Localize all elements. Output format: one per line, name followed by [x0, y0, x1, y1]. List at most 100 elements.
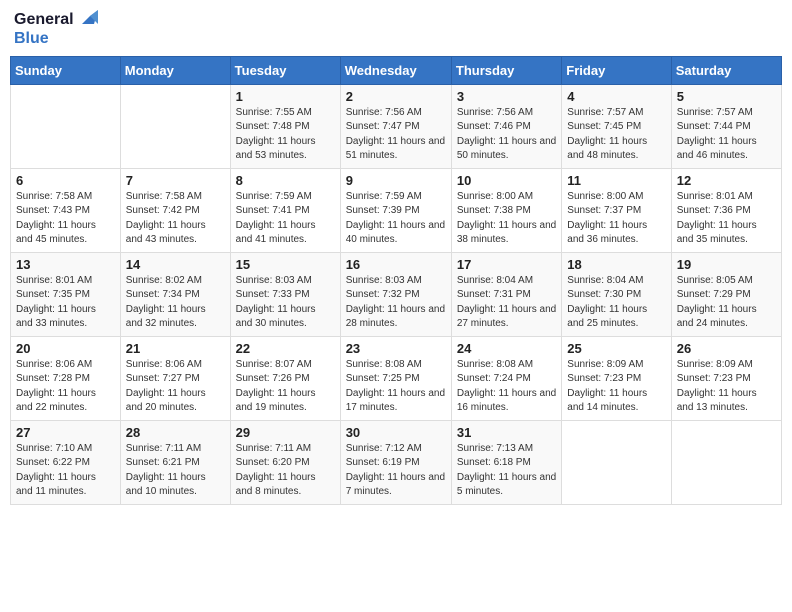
day-number: 24 — [457, 341, 556, 356]
day-number: 4 — [567, 89, 665, 104]
calendar-cell: 10Sunrise: 8:00 AMSunset: 7:38 PMDayligh… — [451, 168, 561, 252]
day-info: Sunrise: 8:01 AMSunset: 7:36 PMDaylight:… — [677, 190, 776, 248]
day-number: 18 — [567, 257, 665, 272]
calendar-cell: 2 Sunrise: 7:56 AMSunset: 7:47 PMDaylight… — [340, 84, 451, 168]
calendar-cell: 14 Sunrise: 8:02 AMSunset: 7:34 PMDayligh… — [120, 252, 230, 336]
day-info: Sunrise: 8:06 AMSunset: 7:27 PMDaylight:… — [126, 358, 225, 416]
weekday-header: Sunday — [11, 56, 121, 84]
calendar-table: SundayMondayTuesdayWednesdayThursdayFrid… — [10, 56, 782, 505]
day-number: 16 — [346, 257, 446, 272]
day-info: Sunrise: 8:00 AMSunset: 7:37 PMDaylight:… — [567, 190, 665, 248]
weekday-header: Thursday — [451, 56, 561, 84]
day-info: Sunrise: 8:04 AMSunset: 7:30 PMDaylight:… — [567, 274, 665, 332]
calendar-cell — [562, 420, 671, 504]
page-header: General Blue — [10, 10, 782, 48]
calendar-cell: 23 Sunrise: 8:08 AMSunset: 7:25 PMDayligh… — [340, 336, 451, 420]
day-info: Sunrise: 7:11 AMSunset: 6:20 PMDaylight:… — [236, 442, 335, 500]
day-number: 27 — [16, 425, 115, 440]
calendar-cell: 30Sunrise: 7:12 AMSunset: 6:19 PMDayligh… — [340, 420, 451, 504]
day-info: Sunrise: 7:57 AMSunset: 7:44 PMDaylight:… — [677, 106, 776, 164]
weekday-header: Friday — [562, 56, 671, 84]
weekday-header: Monday — [120, 56, 230, 84]
calendar-cell — [11, 84, 121, 168]
calendar-cell: 12 Sunrise: 8:01 AMSunset: 7:36 PMDayligh… — [671, 168, 781, 252]
day-info: Sunrise: 8:09 AMSunset: 7:23 PMDaylight:… — [567, 358, 665, 416]
day-number: 25 — [567, 341, 665, 356]
calendar-cell: 3Sunrise: 7:56 AMSunset: 7:46 PMDaylight… — [451, 84, 561, 168]
calendar-cell: 8 Sunrise: 7:59 AMSunset: 7:41 PMDaylight… — [230, 168, 340, 252]
day-info: Sunrise: 8:01 AMSunset: 7:35 PMDaylight:… — [16, 274, 115, 332]
calendar-cell: 25 Sunrise: 8:09 AMSunset: 7:23 PMDayligh… — [562, 336, 671, 420]
calendar-cell: 28 Sunrise: 7:11 AMSunset: 6:21 PMDayligh… — [120, 420, 230, 504]
day-info: Sunrise: 8:04 AMSunset: 7:31 PMDaylight:… — [457, 274, 556, 332]
day-info: Sunrise: 7:10 AMSunset: 6:22 PMDaylight:… — [16, 442, 115, 500]
day-number: 28 — [126, 425, 225, 440]
day-number: 22 — [236, 341, 335, 356]
calendar-cell: 26Sunrise: 8:09 AMSunset: 7:23 PMDayligh… — [671, 336, 781, 420]
day-number: 7 — [126, 173, 225, 188]
day-info: Sunrise: 8:07 AMSunset: 7:26 PMDaylight:… — [236, 358, 335, 416]
calendar-cell: 22 Sunrise: 8:07 AMSunset: 7:26 PMDayligh… — [230, 336, 340, 420]
day-number: 26 — [677, 341, 776, 356]
day-number: 14 — [126, 257, 225, 272]
day-info: Sunrise: 7:59 AMSunset: 7:39 PMDaylight:… — [346, 190, 446, 248]
day-info: Sunrise: 8:05 AMSunset: 7:29 PMDaylight:… — [677, 274, 776, 332]
calendar-cell: 21 Sunrise: 8:06 AMSunset: 7:27 PMDayligh… — [120, 336, 230, 420]
day-info: Sunrise: 8:03 AMSunset: 7:32 PMDaylight:… — [346, 274, 446, 332]
day-number: 6 — [16, 173, 115, 188]
day-number: 23 — [346, 341, 446, 356]
logo-bird-icon — [76, 10, 98, 30]
day-number: 19 — [677, 257, 776, 272]
calendar-cell: 5 Sunrise: 7:57 AMSunset: 7:44 PMDaylight… — [671, 84, 781, 168]
weekday-header: Saturday — [671, 56, 781, 84]
day-number: 11 — [567, 173, 665, 188]
day-number: 17 — [457, 257, 556, 272]
calendar-cell: 16 Sunrise: 8:03 AMSunset: 7:32 PMDayligh… — [340, 252, 451, 336]
day-info: Sunrise: 7:56 AMSunset: 7:46 PMDaylight:… — [457, 106, 556, 164]
day-info: Sunrise: 7:11 AMSunset: 6:21 PMDaylight:… — [126, 442, 225, 500]
calendar-cell — [120, 84, 230, 168]
calendar-cell: 31 Sunrise: 7:13 AMSunset: 6:18 PMDayligh… — [451, 420, 561, 504]
calendar-cell: 19 Sunrise: 8:05 AMSunset: 7:29 PMDayligh… — [671, 252, 781, 336]
day-info: Sunrise: 7:56 AMSunset: 7:47 PMDaylight:… — [346, 106, 446, 164]
day-number: 5 — [677, 89, 776, 104]
day-info: Sunrise: 7:57 AMSunset: 7:45 PMDaylight:… — [567, 106, 665, 164]
calendar-cell: 15 Sunrise: 8:03 AMSunset: 7:33 PMDayligh… — [230, 252, 340, 336]
calendar-cell: 20Sunrise: 8:06 AMSunset: 7:28 PMDayligh… — [11, 336, 121, 420]
calendar-cell: 6 Sunrise: 7:58 AMSunset: 7:43 PMDaylight… — [11, 168, 121, 252]
logo: General Blue — [14, 10, 98, 48]
day-number: 30 — [346, 425, 446, 440]
day-info: Sunrise: 7:58 AMSunset: 7:42 PMDaylight:… — [126, 190, 225, 248]
day-number: 21 — [126, 341, 225, 356]
day-info: Sunrise: 8:08 AMSunset: 7:25 PMDaylight:… — [346, 358, 446, 416]
day-info: Sunrise: 8:08 AMSunset: 7:24 PMDaylight:… — [457, 358, 556, 416]
day-info: Sunrise: 8:02 AMSunset: 7:34 PMDaylight:… — [126, 274, 225, 332]
calendar-cell — [671, 420, 781, 504]
day-info: Sunrise: 8:06 AMSunset: 7:28 PMDaylight:… — [16, 358, 115, 416]
day-info: Sunrise: 7:13 AMSunset: 6:18 PMDaylight:… — [457, 442, 556, 500]
weekday-header: Tuesday — [230, 56, 340, 84]
day-number: 12 — [677, 173, 776, 188]
day-number: 15 — [236, 257, 335, 272]
day-number: 31 — [457, 425, 556, 440]
logo-general: General — [14, 11, 74, 29]
calendar-cell: 1 Sunrise: 7:55 AMSunset: 7:48 PMDaylight… — [230, 84, 340, 168]
calendar-cell: 11 Sunrise: 8:00 AMSunset: 7:37 PMDayligh… — [562, 168, 671, 252]
calendar-cell: 17 Sunrise: 8:04 AMSunset: 7:31 PMDayligh… — [451, 252, 561, 336]
day-info: Sunrise: 8:03 AMSunset: 7:33 PMDaylight:… — [236, 274, 335, 332]
calendar-cell: 29 Sunrise: 7:11 AMSunset: 6:20 PMDayligh… — [230, 420, 340, 504]
day-number: 9 — [346, 173, 446, 188]
day-info: Sunrise: 7:58 AMSunset: 7:43 PMDaylight:… — [16, 190, 115, 248]
day-number: 2 — [346, 89, 446, 104]
day-number: 1 — [236, 89, 335, 104]
calendar-cell: 9 Sunrise: 7:59 AMSunset: 7:39 PMDaylight… — [340, 168, 451, 252]
calendar-cell: 27 Sunrise: 7:10 AMSunset: 6:22 PMDayligh… — [11, 420, 121, 504]
calendar-cell: 13Sunrise: 8:01 AMSunset: 7:35 PMDayligh… — [11, 252, 121, 336]
calendar-cell: 4 Sunrise: 7:57 AMSunset: 7:45 PMDaylight… — [562, 84, 671, 168]
day-info: Sunrise: 7:55 AMSunset: 7:48 PMDaylight:… — [236, 106, 335, 164]
day-info: Sunrise: 7:59 AMSunset: 7:41 PMDaylight:… — [236, 190, 335, 248]
weekday-header: Wednesday — [340, 56, 451, 84]
logo-blue: Blue — [14, 30, 98, 48]
day-number: 8 — [236, 173, 335, 188]
day-number: 29 — [236, 425, 335, 440]
